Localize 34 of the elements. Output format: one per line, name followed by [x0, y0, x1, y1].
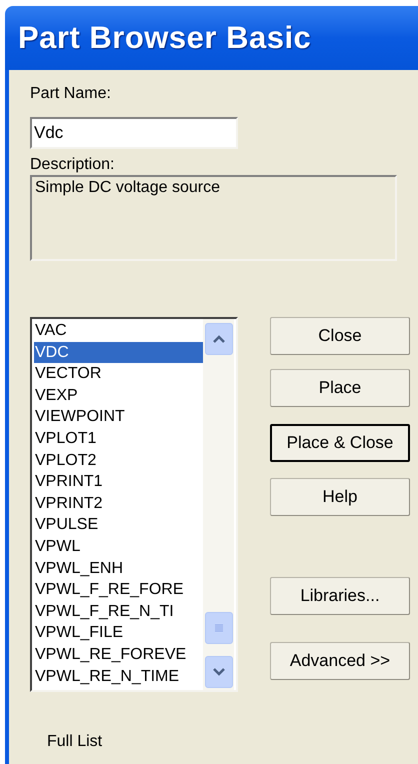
list-item[interactable]: VPLOT1 [34, 428, 203, 450]
list-item[interactable]: VPWL_RE_N_TIME [34, 666, 203, 688]
list-item[interactable]: VPWL_F_RE_N_TI [34, 600, 203, 622]
field-label: Description: [30, 155, 116, 175]
dialog-button[interactable]: Place [270, 369, 410, 407]
scroll-thumb[interactable] [204, 612, 232, 644]
list-item[interactable]: VPRINT2 [34, 492, 203, 514]
list-item[interactable]: VECTOR [34, 363, 203, 385]
scroll-up-icon[interactable] [204, 323, 232, 355]
dialog-button[interactable]: Libraries... [270, 577, 410, 615]
dialog-button[interactable]: Advanced >> [270, 642, 410, 680]
list-item[interactable]: VDC [34, 342, 203, 364]
list-item[interactable]: VAC [34, 320, 203, 342]
list-item[interactable]: VPWL_FILE [34, 622, 203, 644]
list-item[interactable]: VPWL_ENH [34, 558, 203, 580]
scrollbar[interactable] [203, 319, 234, 690]
window-title: Part Browser Basic [18, 18, 312, 57]
parts-list[interactable]: VAC VDC VECTOR VEXP VIEWPOINT VPLOT1 VPLOT2 VPRINT1 VPRINT2 VPULSE VPWL VPWL_ENH VPWL_F_RE_FORE VPWL_F_RE_N_TI VPWL_FILE VPWL_RE_FOREVE VPWL_RE_N_TIME [30, 317, 238, 692]
list-item[interactable]: VEXP [34, 384, 203, 406]
scroll-down-icon[interactable] [204, 656, 232, 688]
dialog-button[interactable]: Close [270, 317, 410, 355]
status-text: Full List [47, 732, 104, 752]
dialog-button[interactable]: Place & Close [270, 424, 410, 462]
part-name-field[interactable]: Vdc [30, 117, 238, 149]
list-item[interactable]: VPRINT1 [34, 471, 203, 493]
dialog-button[interactable]: Help [270, 478, 410, 516]
list-item[interactable]: VIEWPOINT [34, 406, 203, 428]
field-label: Part Name: [30, 84, 112, 104]
list-item[interactable]: VPWL_F_RE_FORE [34, 579, 203, 601]
description-box: Simple DC voltage source [30, 175, 397, 261]
list-item[interactable]: VPLOT2 [34, 450, 203, 472]
list-item[interactable]: VPWL [34, 536, 203, 558]
list-item[interactable]: VPWL_RE_FOREVE [34, 644, 203, 666]
list-item[interactable]: VPULSE [34, 514, 203, 536]
